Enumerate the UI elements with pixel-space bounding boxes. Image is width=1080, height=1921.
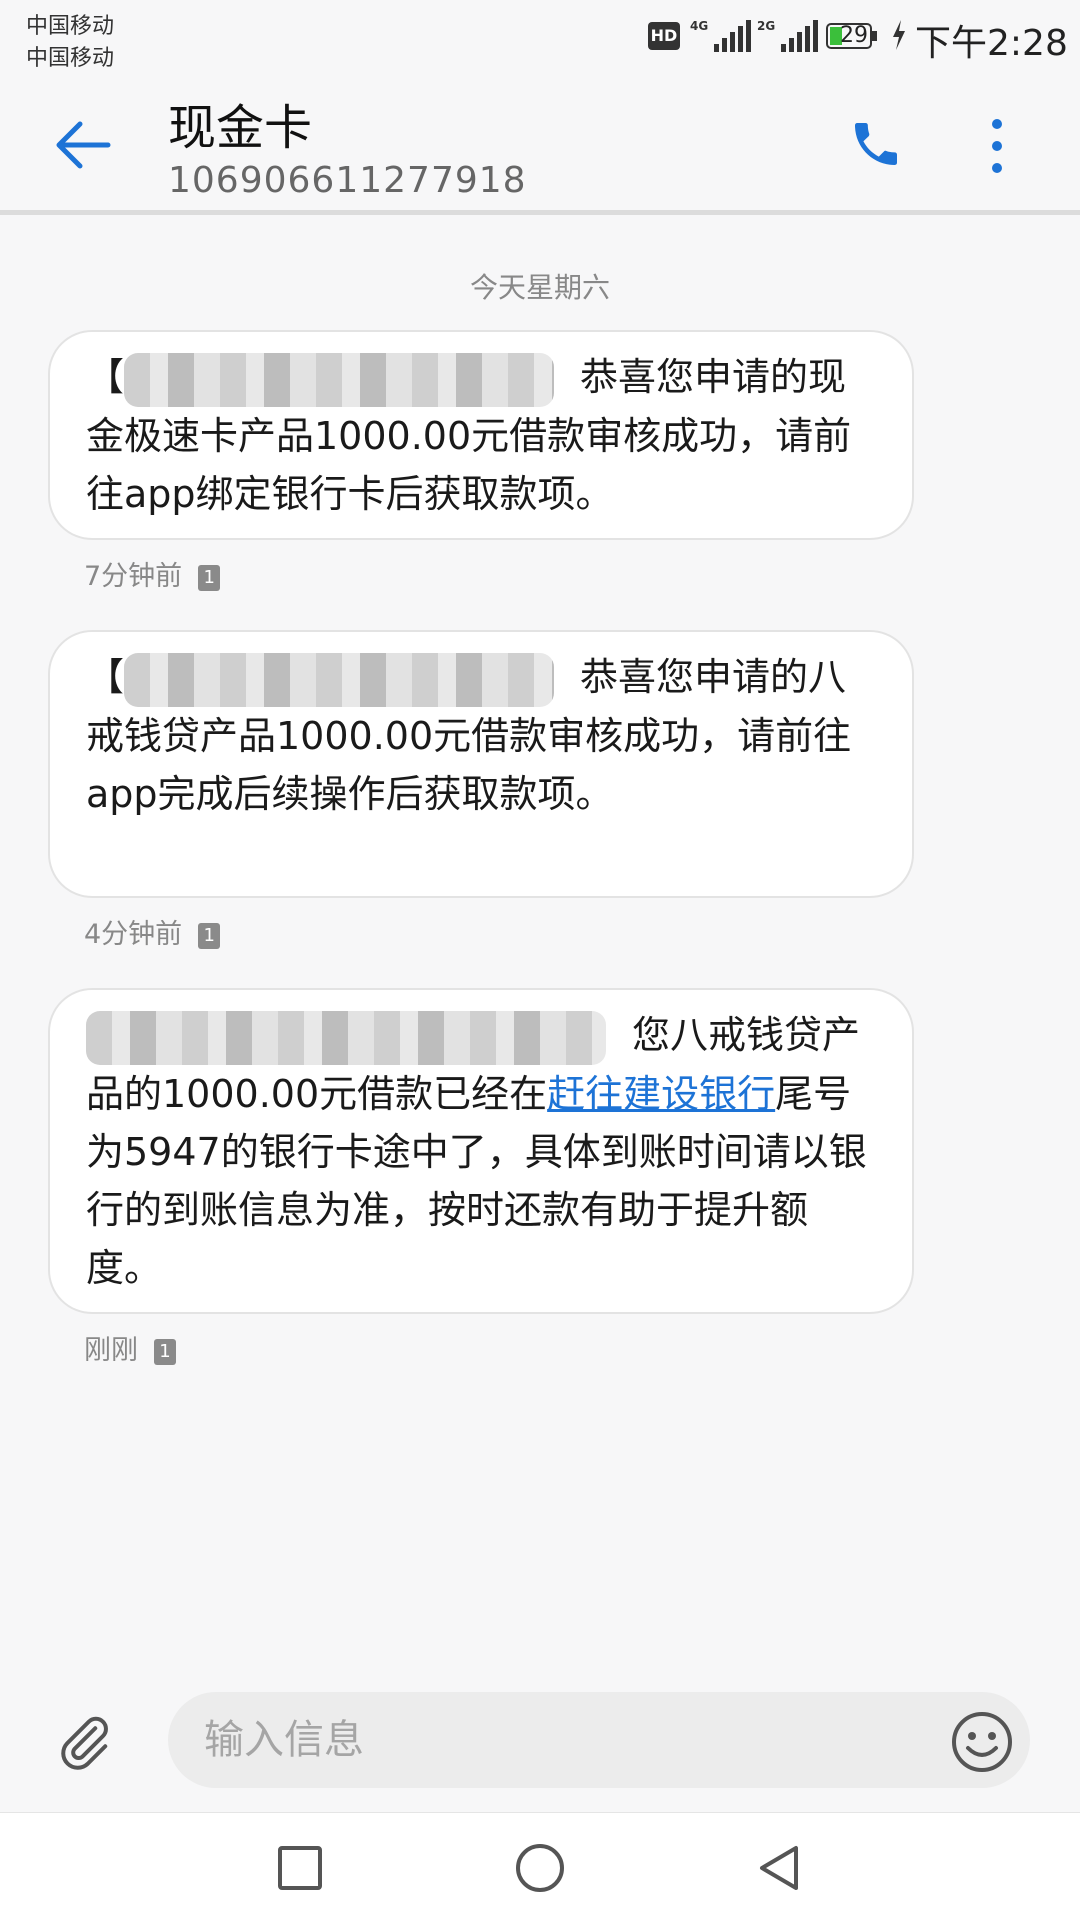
carrier-1: 中国移动 bbox=[26, 14, 115, 39]
paperclip-icon[interactable] bbox=[54, 1712, 114, 1772]
message-bubble[interactable]: 【恭喜您申请的八戒钱贷产品1000.00元借款审核成功，请前往app完成后续操作… bbox=[48, 630, 914, 898]
redacted-text bbox=[124, 352, 555, 407]
signal-2g-icon: 2G bbox=[757, 19, 818, 52]
nav-square-icon[interactable] bbox=[272, 1840, 328, 1896]
phone-icon[interactable] bbox=[848, 116, 904, 172]
sim-card-icon: 1 bbox=[154, 1338, 176, 1365]
redacted-text bbox=[86, 1010, 606, 1065]
message-time: 4分钟前 bbox=[84, 919, 183, 950]
sender-number: 106906611277918 bbox=[168, 160, 527, 201]
charging-icon bbox=[893, 20, 905, 50]
redacted-text bbox=[124, 652, 555, 707]
hd-badge: HD bbox=[648, 22, 680, 50]
message-time: 刚刚 bbox=[84, 1335, 138, 1366]
signal-4g-icon: 4G bbox=[690, 19, 751, 52]
sim-card-icon: 1 bbox=[198, 564, 221, 591]
nav-home-icon[interactable] bbox=[512, 1840, 568, 1896]
date-separator: 今天星期六 bbox=[469, 271, 610, 304]
message-bubble[interactable]: 您八戒钱贷产品的1000.00元借款已经在赶往建设银行尾号为5947的银行卡途中… bbox=[48, 988, 914, 1314]
message-meta: 4分钟前 1 bbox=[84, 912, 221, 951]
message-input[interactable] bbox=[168, 1692, 1030, 1788]
message-text-prefix: 【 bbox=[86, 355, 125, 399]
message-meta: 7分钟前 1 bbox=[84, 554, 221, 593]
sim-card-icon: 1 bbox=[198, 922, 221, 949]
message-meta: 刚刚 1 bbox=[84, 1328, 176, 1367]
carrier-2: 中国移动 bbox=[26, 46, 115, 71]
conversation-title: 现金卡 bbox=[168, 100, 313, 156]
back-arrow-icon[interactable] bbox=[50, 112, 116, 178]
message-text-prefix: 【 bbox=[86, 655, 125, 699]
nav-back-icon[interactable] bbox=[752, 1840, 808, 1896]
network-1-label: 4G bbox=[690, 19, 708, 33]
bank-link[interactable]: 赶往建设银行 bbox=[547, 1072, 775, 1116]
more-vertical-icon[interactable] bbox=[985, 116, 1009, 176]
status-time: 下午2:28 bbox=[915, 23, 1068, 64]
emoji-icon[interactable] bbox=[950, 1710, 1014, 1774]
message-time: 7分钟前 bbox=[84, 561, 183, 592]
message-bubble[interactable]: 【恭喜您申请的现金极速卡产品1000.00元借款审核成功，请前往app绑定银行卡… bbox=[48, 330, 914, 540]
header-divider bbox=[0, 210, 1080, 215]
battery-level: 29 bbox=[840, 23, 868, 48]
network-2-label: 2G bbox=[757, 19, 775, 33]
